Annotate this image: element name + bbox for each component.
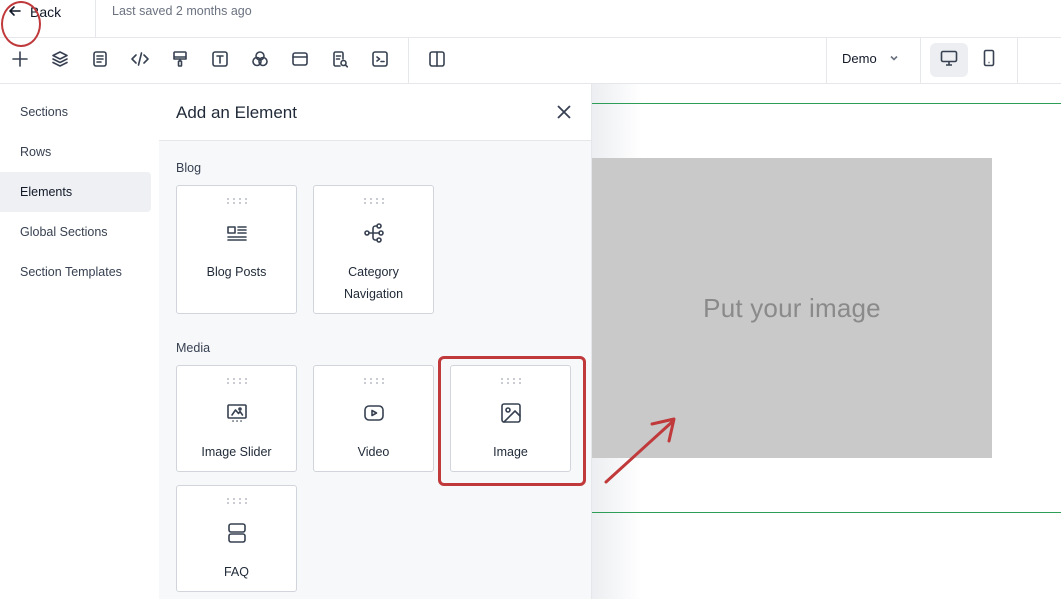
drag-handle-icon[interactable]	[363, 198, 384, 204]
site-select-value: Demo	[842, 51, 877, 66]
seo-button[interactable]	[323, 44, 357, 78]
panel-header: Add an Element	[159, 84, 591, 141]
page-canvas[interactable]: Put your image	[592, 84, 1061, 599]
page-search-icon	[330, 49, 350, 74]
toolbar-divider	[1017, 38, 1018, 84]
drag-handle-icon[interactable]	[363, 378, 384, 384]
sidebar-item-label: Section Templates	[20, 265, 122, 279]
sidebar-item-label: Global Sections	[20, 225, 108, 239]
drag-handle-icon[interactable]	[226, 198, 247, 204]
browser-window-icon	[290, 49, 310, 74]
code-icon	[130, 49, 150, 74]
sidebar-item-sections[interactable]: Sections	[0, 92, 151, 132]
sidebar-item-global-sections[interactable]: Global Sections	[0, 212, 151, 252]
layers-icon	[50, 49, 70, 74]
layout-button[interactable]	[283, 44, 317, 78]
last-saved-status: Last saved 2 months ago	[112, 4, 252, 18]
sidebar-item-label: Rows	[20, 145, 52, 159]
text-icon	[210, 49, 230, 74]
element-card-video[interactable]: Video	[313, 365, 434, 472]
faq-icon	[225, 521, 249, 545]
color-circles-icon	[250, 49, 270, 74]
desktop-icon	[939, 48, 959, 73]
split-view-icon	[427, 49, 447, 74]
panel-title: Add an Element	[176, 103, 297, 122]
element-card-label: Category Navigation	[343, 265, 404, 301]
drag-handle-icon[interactable]	[226, 378, 247, 384]
page-settings-button[interactable]	[83, 44, 117, 78]
toolbar-divider	[920, 38, 921, 84]
element-card-blog-posts[interactable]: Blog Posts	[176, 185, 297, 314]
console-button[interactable]	[363, 44, 397, 78]
site-select[interactable]: Demo	[842, 51, 899, 66]
close-icon	[555, 105, 573, 125]
back-button[interactable]: Back	[8, 2, 61, 22]
element-card-image-slider[interactable]: Image Slider	[176, 365, 297, 472]
sidebar-item-label: Elements	[20, 185, 73, 199]
section-guide-line	[592, 103, 1061, 104]
element-card-label: Image Slider	[201, 445, 272, 459]
video-icon	[362, 401, 386, 425]
element-card-faq[interactable]: FAQ	[176, 485, 297, 592]
section-guide-line	[592, 512, 1061, 513]
add-element-button[interactable]	[3, 44, 37, 78]
element-card-label: Video	[357, 445, 390, 459]
image-slider-icon	[225, 401, 249, 425]
styles-button[interactable]	[163, 44, 197, 78]
sidebar-item-elements[interactable]: Elements	[0, 172, 151, 212]
mobile-view-button[interactable]	[970, 43, 1008, 77]
toolbar-divider	[408, 38, 409, 84]
typography-button[interactable]	[203, 44, 237, 78]
back-label: Back	[30, 4, 62, 20]
top-bar: Back Last saved 2 months ago	[0, 0, 1061, 38]
colors-button[interactable]	[243, 44, 277, 78]
category-tree-icon	[362, 221, 386, 245]
element-card-label: Image	[493, 445, 528, 459]
layers-button[interactable]	[43, 44, 77, 78]
drag-handle-icon[interactable]	[500, 378, 521, 384]
image-icon	[499, 401, 523, 425]
editor-toolbar: Demo	[0, 38, 1061, 84]
mobile-icon	[979, 48, 999, 73]
plus-icon	[10, 49, 30, 74]
page-icon	[90, 49, 110, 74]
element-card-image[interactable]: Image	[450, 365, 571, 472]
desktop-view-button[interactable]	[930, 43, 968, 77]
close-panel-button[interactable]	[555, 103, 575, 123]
sidebar: Sections Rows Elements Global Sections S…	[0, 84, 159, 599]
image-placeholder[interactable]: Put your image	[592, 158, 992, 458]
sidebar-item-section-templates[interactable]: Section Templates	[0, 252, 151, 292]
divider	[95, 0, 96, 38]
add-element-panel: Add an Element Blog Blog Posts Category …	[159, 84, 592, 599]
split-view-button[interactable]	[420, 44, 454, 78]
terminal-icon	[370, 49, 390, 74]
arrow-left-icon	[8, 4, 22, 21]
element-card-label: Blog Posts	[206, 265, 267, 279]
placeholder-text: Put your image	[703, 292, 881, 323]
group-label-blog: Blog	[176, 161, 202, 175]
element-card-category-navigation[interactable]: Category Navigation	[313, 185, 434, 314]
blog-posts-icon	[225, 221, 249, 245]
chevron-down-icon	[889, 51, 899, 66]
toolbar-divider	[826, 38, 827, 84]
custom-code-button[interactable]	[123, 44, 157, 78]
group-label-media: Media	[176, 341, 211, 355]
paint-roller-icon	[170, 49, 190, 74]
element-card-label: FAQ	[223, 565, 249, 579]
sidebar-item-label: Sections	[20, 105, 68, 119]
sidebar-item-rows[interactable]: Rows	[0, 132, 151, 172]
drag-handle-icon[interactable]	[226, 498, 247, 504]
